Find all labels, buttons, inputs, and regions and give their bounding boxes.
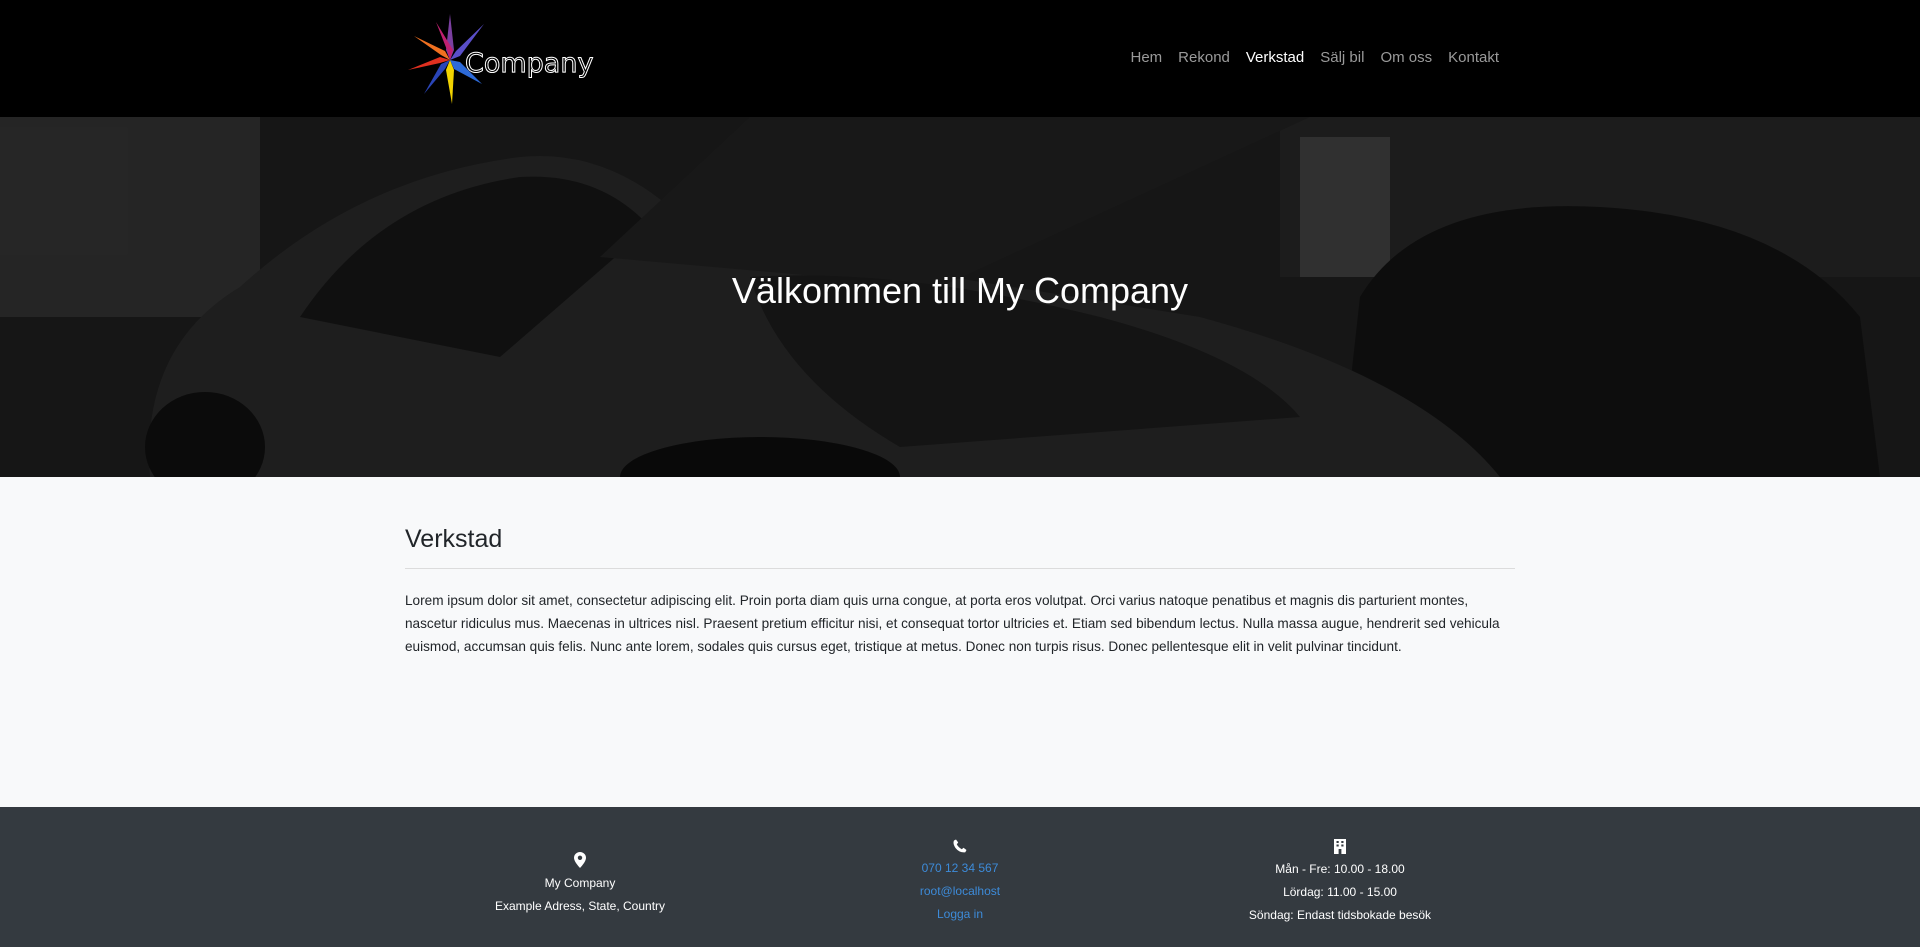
map-marker-icon bbox=[574, 852, 586, 868]
footer-phone-link[interactable]: 070 12 34 567 bbox=[922, 861, 999, 875]
footer-email-link[interactable]: root@localhost bbox=[920, 884, 1000, 898]
nav-item-om-oss[interactable]: Om oss bbox=[1372, 47, 1440, 68]
hero-title: Välkommen till My Company bbox=[731, 270, 1189, 311]
nav-item-hem[interactable]: Hem bbox=[1123, 47, 1171, 68]
nav-item-rekond[interactable]: Rekond bbox=[1170, 47, 1238, 68]
building-icon bbox=[1334, 839, 1346, 854]
page-body-text: Lorem ipsum dolor sit amet, consectetur … bbox=[405, 593, 1500, 654]
company-logo[interactable]: Company bbox=[405, 10, 594, 108]
main-nav: Hem Rekond Verkstad Sälj bil Om oss Kont… bbox=[1123, 47, 1508, 68]
nav-item-salj-bil[interactable]: Sälj bil bbox=[1312, 47, 1372, 68]
hero-banner: Välkommen till My Company bbox=[0, 117, 1920, 477]
navbar: Company Hem Rekond Verkstad Sälj bil Om … bbox=[0, 0, 1920, 117]
footer-hours-saturday: Lördag: 11.00 - 15.00 bbox=[1283, 885, 1397, 899]
footer-company-name: My Company bbox=[544, 876, 616, 890]
footer-hours: Mån - Fre: 10.00 - 18.00 Lördag: 11.00 -… bbox=[1160, 839, 1520, 927]
footer-login-link[interactable]: Logga in bbox=[937, 907, 983, 921]
footer-address-line: Example Adress, State, Country bbox=[494, 899, 666, 913]
page-title: Verkstad bbox=[405, 525, 1515, 569]
main-content: Verkstad Lorem ipsum dolor sit amet, con… bbox=[405, 525, 1515, 658]
footer-hours-weekdays: Mån - Fre: 10.00 - 18.00 bbox=[1275, 862, 1405, 876]
phone-icon bbox=[953, 839, 967, 853]
footer-address: My Company Example Adress, State, Countr… bbox=[400, 852, 760, 918]
nav-item-kontakt[interactable]: Kontakt bbox=[1440, 47, 1507, 68]
footer-contact: 070 12 34 567 root@localhost Logga in bbox=[780, 839, 1140, 926]
footer: My Company Example Adress, State, Countr… bbox=[0, 807, 1920, 947]
footer-hours-sunday: Söndag: Endast tidsbokade besök bbox=[1248, 908, 1432, 922]
logo-wordmark: Company bbox=[464, 48, 594, 80]
nav-item-verkstad[interactable]: Verkstad bbox=[1238, 47, 1312, 68]
